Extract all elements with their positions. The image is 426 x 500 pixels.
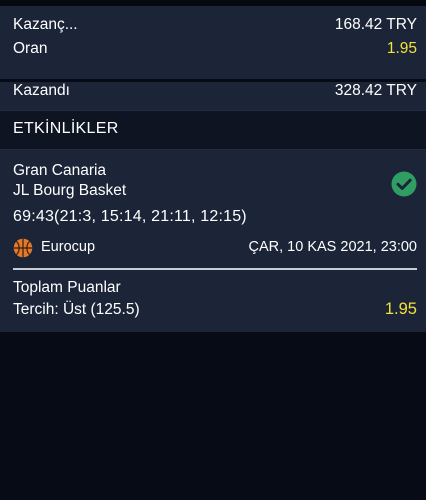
- payout-value: 168.42 TRY: [334, 16, 417, 33]
- odds-value: 1.95: [386, 40, 417, 57]
- won-label: Kazandı: [13, 82, 70, 99]
- market-name: Toplam Puanlar: [13, 279, 121, 296]
- odds-label: Oran: [13, 40, 48, 57]
- event-date: ÇAR, 10 KAS 2021, 23:00: [248, 239, 417, 255]
- summary-row-payout: Kazanç... 168.42 TRY: [13, 16, 417, 34]
- events-section-title: ETKİNLİKLER: [13, 120, 119, 137]
- bet-detail-page: Kazanç... 168.42 TRY Oran 1.95 Kazandı 3…: [0, 0, 426, 500]
- events-section-header: ETKİNLİKLER: [0, 110, 426, 150]
- check-circle-icon: [391, 171, 417, 197]
- away-team: JL Bourg Basket: [13, 182, 127, 199]
- home-team: Gran Canaria: [13, 162, 107, 179]
- pick-selection: Tercih: Üst (125.5): [13, 301, 140, 318]
- match-score: 69:43(21:3, 15:14, 21:11, 12:15): [13, 208, 247, 225]
- event-divider: [13, 268, 417, 270]
- summary-row-won: Kazandı 328.42 TRY: [13, 82, 417, 100]
- pick-odds: 1.95: [384, 300, 417, 318]
- won-value: 328.42 TRY: [334, 82, 417, 99]
- event-card[interactable]: Gran Canaria JL Bourg Basket 69:43(21:3,…: [0, 150, 426, 332]
- payout-label: Kazanç...: [13, 16, 78, 33]
- league-name: Eurocup: [41, 239, 96, 255]
- basketball-icon: [13, 238, 33, 258]
- bet-summary-card: Kazanç... 168.42 TRY Oran 1.95 Kazandı 3…: [0, 6, 426, 110]
- summary-row-odds: Oran 1.95: [13, 40, 417, 58]
